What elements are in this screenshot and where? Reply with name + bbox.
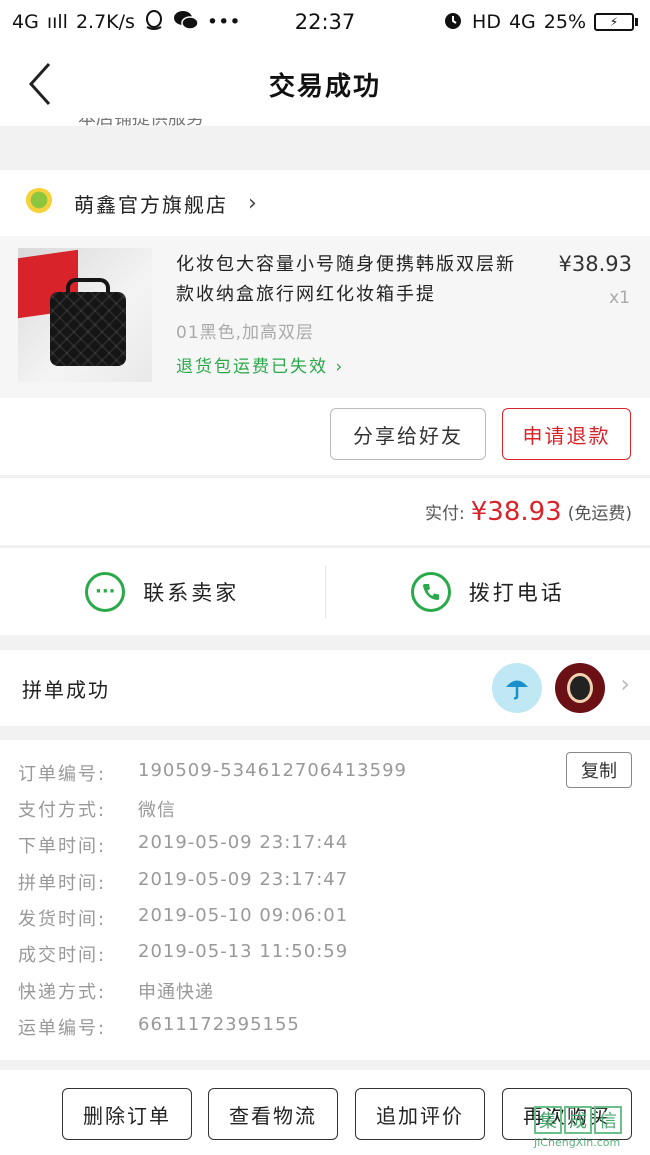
call-label: 拨打电话: [468, 580, 565, 605]
chevron-right-icon: ›: [620, 670, 630, 698]
detail-value: 2019-05-09 23:17:44: [138, 832, 349, 853]
buy-again-button[interactable]: 再次购买: [502, 1088, 632, 1140]
chat-bubble-icon: ···: [85, 571, 126, 612]
add-review-button[interactable]: 追加评价: [355, 1088, 485, 1140]
detail-label: 下单时间:: [18, 836, 107, 857]
detail-label: 成交时间:: [18, 945, 107, 966]
detail-value: 6611172395155: [138, 1014, 300, 1035]
order-details: 订单编号: 190509-534612706413599 复制 支付方式: 微信…: [0, 740, 650, 1060]
detail-label: 发货时间:: [18, 909, 107, 930]
status-right: HD 4G 25% ⚡: [442, 9, 638, 36]
detail-row: 拼单时间: 2019-05-09 23:17:47: [18, 869, 348, 895]
detail-row: 运单编号: 6611172395155: [18, 1014, 300, 1040]
battery-label: 25%: [543, 11, 586, 33]
call-button[interactable]: 拨打电话: [326, 548, 650, 635]
product-quantity: x1: [609, 288, 630, 308]
detail-value: 微信: [138, 800, 176, 821]
signal-icon: ııll: [46, 11, 68, 33]
detail-row: 订单编号: 190509-534612706413599: [18, 760, 407, 786]
detail-row: 支付方式: 微信: [18, 796, 176, 822]
wechat-icon: [173, 9, 199, 36]
network-right-label: 4G: [508, 11, 536, 33]
speed-label: 2.7K/s: [75, 11, 135, 33]
network-label: 4G: [12, 11, 39, 33]
avatar: [492, 663, 542, 713]
detail-value: 190509-534612706413599: [138, 760, 407, 781]
payment-label: 实付:: [425, 504, 465, 524]
payment-summary: 实付: ¥38.93 (免运费): [0, 477, 650, 545]
detail-row: 快递方式: 申通快递: [18, 978, 214, 1004]
group-buy-row[interactable]: 拼单成功 ›: [0, 650, 650, 726]
umbrella-icon: [506, 680, 528, 700]
shipping-note: (免运费): [567, 504, 632, 524]
refund-button[interactable]: 申请退款: [502, 408, 631, 460]
detail-value: 2019-05-13 11:50:59: [138, 941, 349, 962]
status-bar: 4G ııll 2.7K/s ••• 22:37 HD 4G 25% ⚡: [0, 0, 650, 44]
contact-row: ··· 联系卖家 拨打电话: [0, 547, 650, 635]
qq-icon: [143, 9, 165, 36]
chevron-right-icon: ›: [335, 357, 345, 377]
delete-order-button[interactable]: 删除订单: [62, 1088, 192, 1140]
phone-icon: [410, 571, 451, 612]
return-shipping-notice[interactable]: 退货包运费已失效 ›: [176, 352, 344, 377]
detail-label: 拼单时间:: [18, 873, 107, 894]
shop-name: 萌鑫官方旗舰店: [74, 192, 228, 217]
product-price: ¥38.93: [558, 252, 632, 276]
detail-row: 发货时间: 2019-05-10 09:06:01: [18, 905, 348, 931]
contact-seller-label: 联系卖家: [143, 580, 240, 605]
contact-seller-button[interactable]: ··· 联系卖家: [0, 548, 325, 635]
more-icon: •••: [206, 11, 241, 33]
hd-label: HD: [472, 11, 501, 33]
alarm-icon: [442, 9, 464, 36]
status-left: 4G ııll 2.7K/s •••: [12, 9, 241, 36]
detail-label: 运单编号:: [18, 1018, 107, 1039]
bottom-action-bar: 删除订单 查看物流 追加评价 再次购买: [0, 1070, 650, 1155]
product-image: [18, 248, 152, 382]
shop-card: 萌鑫官方旗舰店 › 化妆包大容量小号随身便携韩版双层新款收纳盒旅行网红化妆箱手提…: [0, 170, 650, 475]
battery-icon: ⚡: [594, 13, 638, 31]
detail-row: 下单时间: 2019-05-09 23:17:44: [18, 832, 348, 858]
detail-label: 支付方式:: [18, 800, 107, 821]
detail-value: 2019-05-10 09:06:01: [138, 905, 349, 926]
avatar: [555, 663, 605, 713]
group-buy-label: 拼单成功: [22, 677, 110, 702]
nav-bar: 交易成功 本店铺提供服务: [0, 44, 650, 129]
detail-value: 2019-05-09 23:17:47: [138, 869, 349, 890]
payment-amount: ¥38.93: [470, 496, 562, 527]
shop-logo: [24, 188, 54, 218]
detail-value: 申通快递: [138, 982, 214, 1003]
view-logistics-button[interactable]: 查看物流: [208, 1088, 338, 1140]
detail-label: 快递方式:: [18, 982, 107, 1003]
chevron-right-icon: ›: [248, 190, 257, 216]
page-title: 交易成功: [268, 72, 381, 102]
product-sku: 01黑色,加高双层: [176, 323, 315, 343]
product-item[interactable]: 化妆包大容量小号随身便携韩版双层新款收纳盒旅行网红化妆箱手提 ¥38.93 x1…: [0, 236, 650, 398]
share-button[interactable]: 分享给好友: [330, 408, 486, 460]
item-action-row: 分享给好友 申请退款: [0, 408, 650, 460]
detail-label: 订单编号:: [18, 764, 107, 785]
scrolled-peek-text: 本店铺提供服务: [78, 118, 204, 129]
copy-button[interactable]: 复制: [566, 752, 632, 788]
detail-row: 成交时间: 2019-05-13 11:50:59: [18, 941, 348, 967]
product-title: 化妆包大容量小号随身便携韩版双层新款收纳盒旅行网红化妆箱手提: [176, 254, 516, 305]
shop-header[interactable]: 萌鑫官方旗舰店 ›: [0, 170, 650, 236]
